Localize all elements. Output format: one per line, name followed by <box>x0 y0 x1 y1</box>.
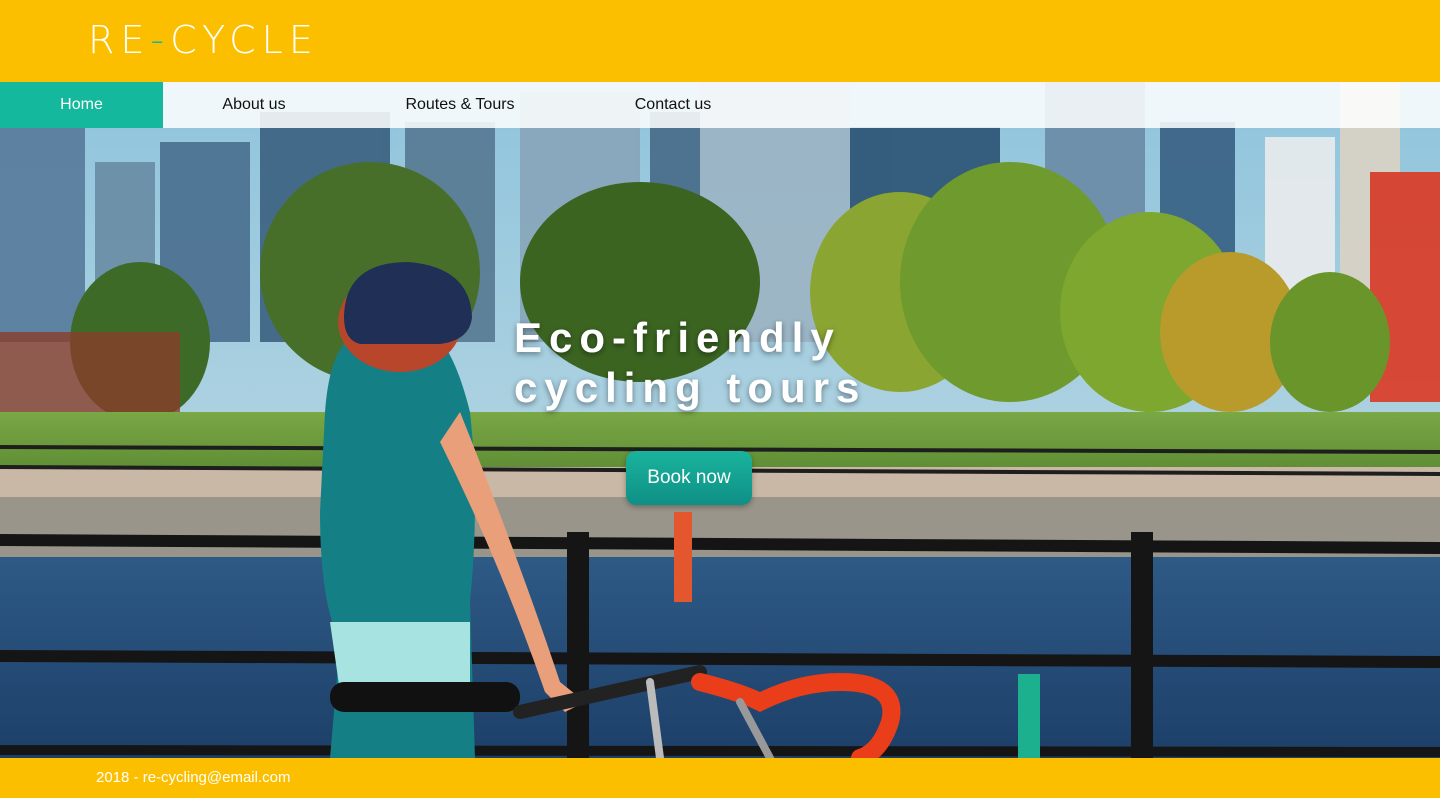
logo-dash: - <box>150 18 171 62</box>
logo-text-re: RE <box>88 18 151 62</box>
site-header: RE-CYCLE <box>0 0 1440 82</box>
page: RE-CYCLE Home About us Routes & Tours Co… <box>0 0 1440 798</box>
nav-item-about-us[interactable]: About us <box>163 82 345 128</box>
hero-image <box>0 82 1440 758</box>
hero-headline-line-1: Eco-friendly <box>514 314 841 361</box>
site-footer: 2018 - re-cycling@email.com <box>0 758 1440 798</box>
hero-section <box>0 82 1440 758</box>
nav-item-home[interactable]: Home <box>0 82 163 128</box>
nav-item-routes-tours[interactable]: Routes & Tours <box>345 82 575 128</box>
logo-text-cycle: CYCLE <box>170 18 319 62</box>
nav-item-contact-us[interactable]: Contact us <box>575 82 771 128</box>
footer-copyright: 2018 - re-cycling@email.com <box>96 769 291 786</box>
main-nav: Home About us Routes & Tours Contact us <box>0 82 1440 128</box>
book-now-button[interactable]: Book now <box>626 451 752 505</box>
hero-headline: Eco-friendly cycling tours <box>514 313 1014 413</box>
site-logo[interactable]: RE-CYCLE <box>88 18 319 62</box>
hero-headline-line-2: cycling tours <box>514 364 867 411</box>
